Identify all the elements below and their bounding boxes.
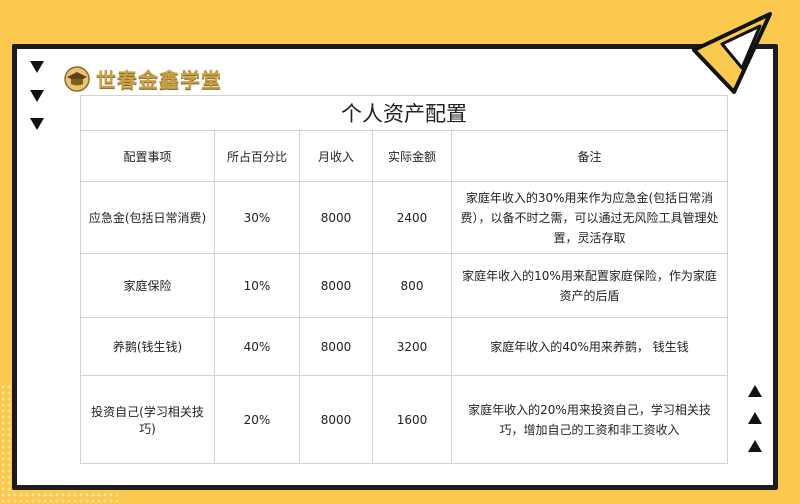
cell-percent: 20%: [214, 375, 300, 464]
column-header: 备注: [450, 130, 729, 182]
cell-item: 养鹅(钱生钱): [80, 317, 215, 376]
cell-amount: 1600: [372, 375, 452, 464]
cell-income: 8000: [299, 375, 373, 464]
brand-logo: 世春金鑫学堂: [64, 64, 222, 93]
cell-income: 8000: [299, 181, 373, 254]
cell-amount: 2400: [372, 181, 452, 254]
triangle-down-icon: [30, 90, 44, 102]
cell-amount: 800: [372, 253, 452, 318]
table-row: 应急金(包括日常消费) 30% 8000 2400 家庭年收入的30%用来作为应…: [80, 181, 729, 254]
cell-note: 家庭年收入的10%用来配置家庭保险，作为家庭资产的后盾: [450, 253, 729, 318]
cell-item: 应急金(包括日常消费): [80, 181, 215, 254]
cell-percent: 10%: [214, 253, 300, 318]
table-row: 家庭保险 10% 8000 800 家庭年收入的10%用来配置家庭保险，作为家庭…: [80, 253, 729, 318]
triangle-down-icon: [30, 61, 44, 73]
column-header: 配置事项: [80, 130, 215, 182]
column-header: 月收入: [299, 130, 373, 182]
table-title: 个人资产配置: [79, 95, 729, 131]
triangle-up-icon: [748, 440, 762, 452]
brand-name: 世春金鑫学堂: [96, 68, 222, 92]
cell-note: 家庭年收入的40%用来养鹅， 钱生钱: [450, 317, 729, 376]
asset-allocation-table: 个人资产配置 配置事项 所占百分比 月收入 实际金额 备注 应急金(包括日常消费…: [79, 95, 729, 464]
triangle-up-icon: [748, 412, 762, 424]
cell-percent: 30%: [214, 181, 300, 254]
triangle-up-icon: [748, 385, 762, 397]
table-header-row: 配置事项 所占百分比 月收入 实际金额 备注: [80, 130, 729, 182]
cell-income: 8000: [299, 253, 373, 318]
column-header: 实际金额: [372, 130, 452, 182]
cell-item: 投资自己(学习相关技巧): [80, 375, 215, 464]
cell-income: 8000: [299, 317, 373, 376]
graduation-cap-icon: [64, 65, 90, 92]
cell-note: 家庭年收入的20%用来投资自己，学习相关技巧，增加自己的工资和非工资收入: [450, 375, 729, 464]
cell-note: 家庭年收入的30%用来作为应急金(包括日常消费），以备不时之需，可以通过无风险工…: [450, 181, 729, 254]
cell-amount: 3200: [372, 317, 452, 376]
column-header: 所占百分比: [214, 130, 300, 182]
triangle-down-icon: [30, 118, 44, 130]
table-row: 养鹅(钱生钱) 40% 8000 3200 家庭年收入的40%用来养鹅， 钱生钱: [80, 317, 729, 376]
cell-percent: 40%: [214, 317, 300, 376]
table-row: 投资自己(学习相关技巧) 20% 8000 1600 家庭年收入的20%用来投资…: [80, 375, 729, 464]
cell-item: 家庭保险: [80, 253, 215, 318]
